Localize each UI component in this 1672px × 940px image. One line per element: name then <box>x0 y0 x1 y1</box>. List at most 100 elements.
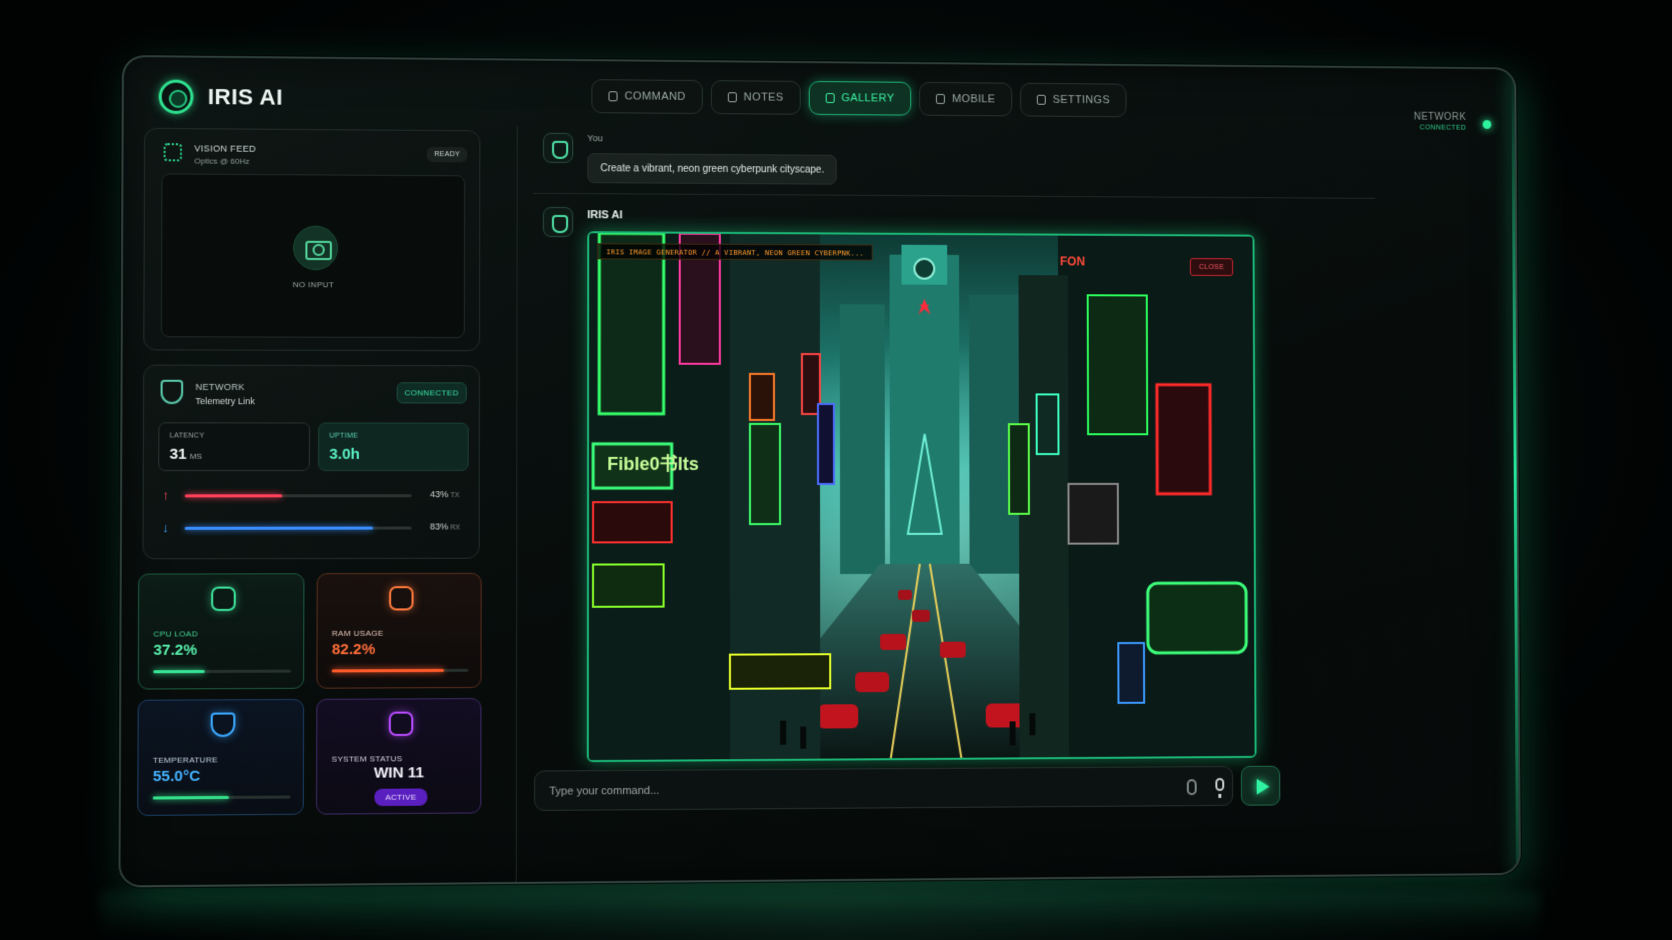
tab-label: NOTES <box>743 91 784 104</box>
network-subtitle: Telemetry Link <box>195 396 255 407</box>
arrow-up-icon: ↑ <box>162 487 169 503</box>
rx-percent: 83% <box>429 521 449 532</box>
user-avatar <box>542 132 574 164</box>
system-icon <box>388 711 414 737</box>
app-title: IRIS AI <box>207 83 284 110</box>
microphone-icon[interactable] <box>1215 777 1225 791</box>
camera-icon[interactable] <box>293 225 339 271</box>
status-badge: READY <box>427 146 468 163</box>
ram-track <box>331 668 469 673</box>
column-divider <box>515 126 518 888</box>
generated-image[interactable]: Fible0书lts FON IRIS IMAGE GENERATOR // A… <box>586 231 1257 763</box>
tab-label: SETTINGS <box>1052 93 1111 107</box>
network-status-label: NETWORK <box>1413 111 1467 123</box>
mobile-icon <box>936 93 946 104</box>
cyberpunk-cityscape-image: Fible0书lts FON <box>589 233 1257 763</box>
latency-value-row: 31 MS <box>170 446 203 463</box>
shield-icon <box>160 379 184 405</box>
gallery-icon <box>825 93 835 104</box>
network-card: NETWORK Telemetry Link CONNECTED LATENCY… <box>142 364 480 560</box>
iris-logo-icon <box>158 79 194 115</box>
vision-feed-title: VISION FEED <box>194 143 257 154</box>
tab-gallery[interactable]: GALLERY <box>808 80 912 116</box>
cpu-load-card: CPU LOAD 37.2% <box>137 573 305 690</box>
uptime-metric: UPTIME 3.0h <box>318 422 469 472</box>
tab-label: COMMAND <box>624 90 686 103</box>
latency-label: LATENCY <box>169 432 205 440</box>
rx-percent-row: 83% RX <box>430 521 460 531</box>
cpu-fill <box>153 669 205 674</box>
command-input[interactable] <box>549 767 1110 812</box>
iris-dashboard-window: IRIS AI COMMAND NOTES GALLERY MOBILE SET… <box>118 54 1521 888</box>
close-button[interactable]: CLOSE <box>1190 258 1234 277</box>
uptime-label: UPTIME <box>329 432 359 440</box>
user-message: Create a vibrant, neon green cyberpunk c… <box>587 153 838 185</box>
memory-icon <box>389 586 414 611</box>
assistant-name: IRIS AI <box>587 209 623 222</box>
tab-bar: COMMAND NOTES GALLERY MOBILE SETTINGS <box>591 79 1127 118</box>
arrow-down-icon: ↓ <box>162 519 169 535</box>
latency-value: 31 <box>169 445 187 463</box>
ram-value: 82.2% <box>331 640 376 659</box>
system-status-label: SYSTEM STATUS <box>331 754 403 764</box>
cpu-track <box>153 669 291 674</box>
ram-fill <box>331 668 445 673</box>
status-badge: ACTIVE <box>374 788 428 807</box>
floor-reflection <box>100 892 1540 940</box>
tx-track <box>184 494 412 498</box>
tab-label: MOBILE <box>951 93 996 106</box>
network-status-state: CONNECTED <box>1419 124 1467 132</box>
temperature-track <box>152 795 291 800</box>
no-input-label: NO INPUT <box>292 280 335 290</box>
rx-fill <box>184 526 374 530</box>
cpu-label: CPU LOAD <box>153 629 198 639</box>
tab-notes[interactable]: NOTES <box>710 80 801 115</box>
system-status-value: WIN 11 <box>373 764 424 782</box>
cpu-value: 37.2% <box>153 641 198 659</box>
ram-usage-card: RAM USAGE 82.2% <box>316 572 482 689</box>
command-composer <box>534 765 1234 812</box>
settings-icon <box>1036 94 1046 105</box>
system-status-card: SYSTEM STATUS WIN 11 ACTIVE <box>316 698 482 815</box>
tx-unit: TX <box>450 492 460 500</box>
command-icon <box>608 91 618 102</box>
network-title: NETWORK <box>195 381 245 393</box>
rx-bar: ↓ 83% RX <box>162 519 464 535</box>
vision-preview[interactable]: NO INPUT <box>160 173 466 339</box>
tx-percent-row: 43% TX <box>430 489 459 499</box>
vision-feed-subtitle: Optics @ 60Hz <box>194 156 250 166</box>
latency-metric: LATENCY 31 MS <box>158 422 311 472</box>
rx-unit: RX <box>450 524 461 532</box>
neon-sign-text: FON <box>1060 255 1085 269</box>
neon-sign-text: Fible0书lts <box>607 453 699 474</box>
tab-command[interactable]: COMMAND <box>591 79 703 114</box>
tab-settings[interactable]: SETTINGS <box>1020 82 1127 118</box>
send-button[interactable] <box>1240 765 1281 806</box>
tx-bar: ↑ 43% TX <box>162 487 464 503</box>
temperature-fill <box>152 795 229 800</box>
tx-fill <box>184 494 283 498</box>
user-name: You <box>587 133 603 144</box>
paperclip-icon[interactable] <box>1186 779 1197 796</box>
vision-icon <box>163 143 183 162</box>
chat-divider <box>532 192 1376 199</box>
status-dot-icon <box>1482 120 1492 129</box>
vision-feed-card: VISION FEED Optics @ 60Hz READY NO INPUT <box>143 127 481 352</box>
ram-label: RAM USAGE <box>331 628 384 638</box>
status-badge: CONNECTED <box>396 382 467 404</box>
uptime-value: 3.0h <box>329 445 360 463</box>
rx-track <box>184 526 412 530</box>
latency-unit: MS <box>189 451 203 461</box>
generator-label: IRIS IMAGE GENERATOR // A VIBRANT, NEON … <box>597 243 873 261</box>
temperature-card: TEMPERATURE 55.0°C <box>137 698 305 816</box>
assistant-avatar <box>542 206 574 238</box>
brand: IRIS AI <box>158 79 284 115</box>
tx-percent: 43% <box>430 489 449 500</box>
tab-mobile[interactable]: MOBILE <box>919 81 1013 117</box>
tab-label: GALLERY <box>841 92 895 105</box>
shield-icon <box>210 712 236 738</box>
temperature-value: 55.0°C <box>152 767 201 786</box>
temperature-label: TEMPERATURE <box>152 755 218 765</box>
cpu-icon <box>211 586 236 611</box>
network-status: NETWORK CONNECTED <box>1414 112 1466 132</box>
